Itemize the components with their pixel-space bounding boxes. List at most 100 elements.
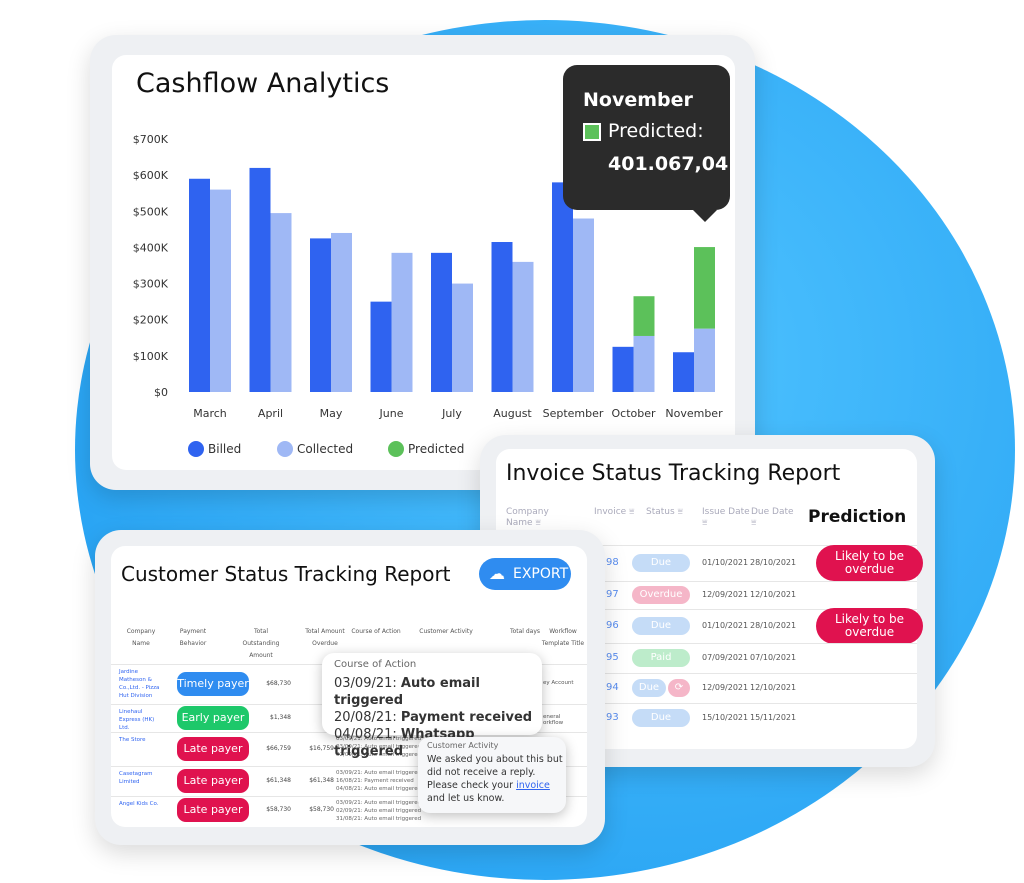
bar-predicted: [694, 247, 715, 329]
legend-label: Collected: [297, 442, 353, 456]
bar-collected: [391, 252, 413, 392]
invoice-number[interactable]: 97: [606, 589, 619, 600]
bar-predicted: [633, 296, 655, 336]
action-date: 03/09/21:: [334, 676, 397, 691]
prediction-header: Prediction: [808, 507, 907, 527]
status-badge: Due: [632, 617, 690, 635]
y-tick-label: $300K: [133, 278, 169, 291]
column-header: Company Name ⩸: [506, 507, 549, 528]
y-tick-label: $0: [154, 386, 168, 399]
prediction-badge: Likely to be overdue: [816, 608, 923, 644]
bar-billed: [189, 178, 210, 392]
company-link[interactable]: Angel Kids Co.: [119, 800, 165, 808]
x-tick-label: March: [193, 407, 227, 420]
legend-label: Billed: [208, 442, 241, 456]
invoice-number[interactable]: 93: [606, 712, 619, 723]
due-date: 28/10/2021: [750, 558, 797, 567]
status-badge: Due: [632, 679, 666, 697]
bar-collected: [331, 232, 352, 392]
customer-activity-popup: Customer Activity We asked you about thi…: [418, 737, 566, 813]
action-entry: 02/09/21: Auto email triggered: [336, 808, 422, 814]
action-entry: 03/09/21: Auto email triggered: [336, 770, 422, 776]
tooltip-month: November: [583, 89, 693, 111]
x-tick-label: April: [258, 407, 283, 420]
cloud-upload-icon: ☁: [489, 564, 505, 583]
column-header: Total Outstanding Amount: [242, 628, 280, 659]
bar-collected: [452, 283, 473, 392]
column-header: Invoice ⩸: [594, 507, 635, 517]
invoice-number[interactable]: 96: [606, 620, 619, 631]
issue-date: 12/09/2021: [702, 683, 749, 692]
bar-collected: [694, 328, 715, 392]
y-tick-label: $700K: [133, 133, 169, 146]
export-label: EXPORT: [513, 566, 569, 582]
bar-billed: [612, 346, 634, 392]
prediction-badge: Likely to be overdue: [816, 545, 923, 581]
due-date: 12/10/2021: [750, 683, 797, 692]
bar-billed: [552, 182, 573, 392]
status-badge: Due: [632, 554, 690, 572]
invoice-number[interactable]: 95: [606, 652, 619, 663]
invoice-link[interactable]: invoice: [516, 780, 550, 791]
legend-swatch: [277, 441, 293, 457]
due-date: 28/10/2021: [750, 621, 797, 630]
due-date: 12/10/2021: [750, 590, 797, 599]
action-entry: 04/08/21: Auto email triggered: [336, 786, 422, 792]
x-tick-label: August: [493, 407, 532, 420]
action-line: 20/08/21: Payment received: [334, 709, 542, 726]
bar-billed: [249, 167, 271, 392]
invoice-number[interactable]: 94: [606, 682, 619, 693]
x-tick-label: July: [441, 407, 462, 420]
recurring-icon: ⟳: [668, 679, 690, 697]
overdue-amount: $58,730: [309, 806, 334, 813]
activity-tail: and let us know.: [427, 793, 505, 804]
company-link[interactable]: Jardine Matheson & Co.,Ltd. - Pizza Hut …: [119, 668, 165, 700]
popup-title: Customer Activity: [427, 741, 499, 750]
company-link[interactable]: Casetagram Limited: [119, 770, 165, 786]
company-link[interactable]: The Store: [119, 736, 165, 744]
action-entry: 16/08/21: Payment received: [336, 778, 414, 784]
issue-date: 07/09/2021: [702, 653, 749, 662]
issue-date: 01/10/2021: [702, 621, 749, 630]
export-button[interactable]: ☁ EXPORT: [479, 558, 571, 590]
invoice-title: Invoice Status Tracking Report: [506, 461, 841, 486]
bar-billed: [673, 352, 694, 392]
payment-behavior-badge: Late payer: [177, 769, 249, 793]
tooltip-label: Predicted:: [608, 120, 704, 142]
outstanding-amount: $58,730: [266, 806, 291, 813]
course-of-action-popup: Course of Action 03/09/21: Auto email tr…: [322, 653, 542, 759]
customer-title: Customer Status Tracking Report: [121, 562, 451, 586]
outstanding-amount: $1,348: [270, 714, 291, 721]
status-badge: Due: [632, 709, 690, 727]
company-link[interactable]: Linehaul Express (HK) Ltd.: [119, 708, 165, 732]
y-tick-label: $500K: [133, 205, 169, 218]
y-tick-label: $200K: [133, 314, 169, 327]
column-header: Workflow Template Title: [541, 628, 585, 647]
column-header: Due Date ⩸: [751, 507, 794, 528]
action-entry: 03/09/21: Auto email triggered: [336, 800, 422, 806]
bar-collected: [573, 218, 594, 392]
legend-swatch: [388, 441, 404, 457]
due-date: 07/10/2021: [750, 653, 797, 662]
cashflow-chart: $0 $100K $200K $300K $400K $500K $600K $700K Mar…: [133, 133, 723, 457]
workflow-title: ey Account: [543, 680, 574, 686]
activity-text: We asked you about this but did not rece…: [427, 753, 563, 805]
x-tick-label: May: [320, 407, 343, 420]
bar-billed: [431, 252, 452, 392]
legend-swatch: [188, 441, 204, 457]
x-tick-label: November: [665, 407, 723, 420]
legend-label: Predicted: [408, 442, 464, 456]
y-tick-label: $600K: [133, 169, 169, 182]
status-badge: Paid: [632, 649, 690, 667]
action-date: 20/08/21:: [334, 710, 397, 725]
popup-title: Course of Action: [334, 659, 417, 670]
action-line: 03/09/21: Auto email triggered: [334, 675, 542, 709]
outstanding-amount: $66,759: [266, 745, 291, 752]
column-header: Course of Action: [351, 628, 401, 635]
bar-collected: [210, 189, 231, 392]
bar-billed: [310, 238, 331, 392]
outstanding-amount: $68,730: [266, 680, 291, 687]
invoice-number[interactable]: 98: [606, 557, 619, 568]
overdue-amount: $61,348: [309, 777, 334, 784]
column-header: Status ⩸: [646, 507, 684, 517]
